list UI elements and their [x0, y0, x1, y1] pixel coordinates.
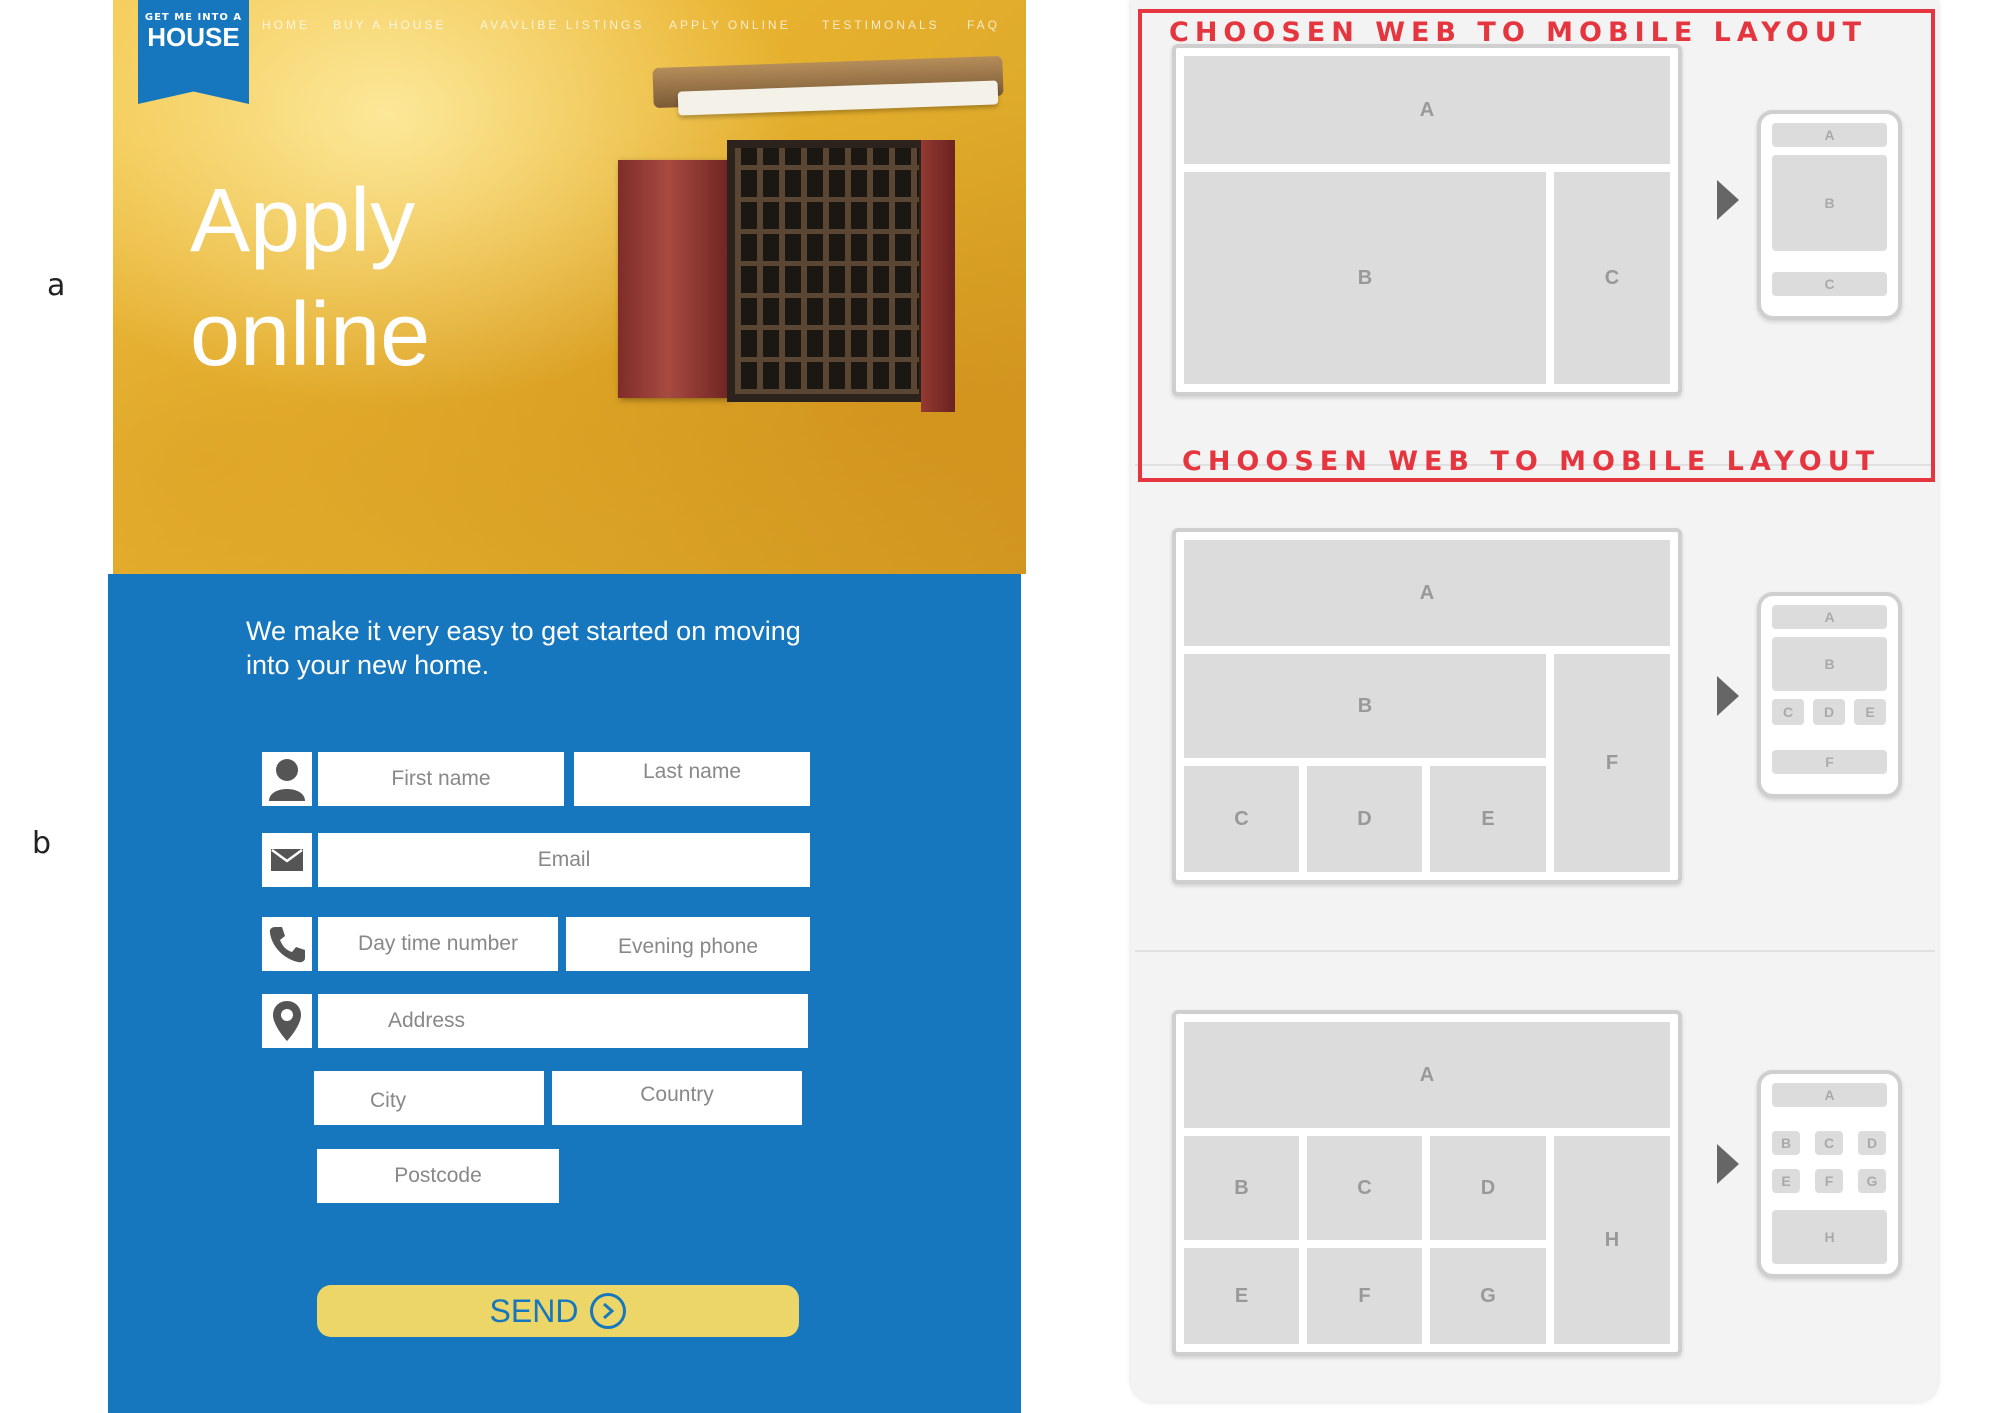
day-phone-field[interactable]: Day time number [318, 917, 558, 971]
layout-block: D [1430, 1136, 1546, 1240]
layout-block: D [1858, 1131, 1886, 1155]
layout-block: A [1772, 605, 1887, 629]
nav-testimonials[interactable]: TESTIMONALS [822, 18, 940, 32]
nav-buy-a-house[interactable]: BUY A HOUSE [333, 18, 446, 32]
layout-block: A [1772, 123, 1887, 147]
layout-block: B [1772, 155, 1887, 251]
layout-block: D [1813, 699, 1845, 725]
layout-block: C [1772, 699, 1804, 725]
layout-block: F [1554, 654, 1670, 872]
layout-block: A [1184, 56, 1670, 164]
person-icon [262, 752, 312, 806]
layout-block: F [1815, 1169, 1843, 1193]
layout-block: F [1772, 750, 1887, 774]
section-divider [1135, 950, 1935, 952]
mobile-layout-1[interactable]: A B C [1757, 110, 1902, 320]
layout-block: B [1184, 654, 1546, 758]
layout-block: C [1772, 272, 1887, 296]
form-intro-text: We make it very easy to get started on m… [246, 616, 801, 680]
layout-block: G [1430, 1248, 1546, 1344]
city-field[interactable]: City [314, 1071, 544, 1125]
layout-block: A [1184, 1022, 1670, 1128]
email-field[interactable]: Email [318, 833, 810, 887]
hero-title-line2: online [190, 285, 431, 385]
evening-phone-field[interactable]: Evening phone [566, 917, 810, 971]
layout-block: B [1184, 1136, 1299, 1240]
send-label: SEND [489, 1292, 579, 1329]
envelope-icon [262, 833, 312, 887]
layout-block: C [1815, 1131, 1843, 1155]
nav-apply-online[interactable]: APPLY ONLINE [669, 18, 791, 32]
mobile-layout-3[interactable]: A B C D E F G H [1757, 1070, 1902, 1278]
layout-block: H [1772, 1210, 1887, 1264]
site-logo[interactable]: GET ME INTO A HOUSE [138, 0, 249, 104]
play-arrow-icon [1717, 676, 1739, 716]
layout-block: F [1307, 1248, 1422, 1344]
layout-block: B [1772, 1131, 1800, 1155]
layout-block: A [1184, 540, 1670, 646]
layout-block: C [1184, 766, 1299, 872]
phone-icon [262, 917, 312, 971]
address-field[interactable]: Address [318, 994, 808, 1048]
nav-listings[interactable]: AVAVLIBE LISTINGS [480, 18, 644, 32]
mobile-layout-2[interactable]: A B C D E F [1757, 592, 1902, 798]
desktop-layout-2[interactable]: A B C D E F [1172, 528, 1682, 884]
nav-faq[interactable]: FAQ [967, 18, 1000, 32]
left-shutter [618, 160, 730, 398]
panel-label-b: b [32, 826, 52, 861]
postcode-field[interactable]: Postcode [317, 1149, 559, 1203]
play-arrow-icon [1717, 180, 1739, 220]
layout-block: H [1554, 1136, 1670, 1344]
send-button[interactable]: SEND [317, 1285, 799, 1337]
layout-block: G [1858, 1169, 1886, 1193]
layout-block: C [1307, 1136, 1422, 1240]
country-field[interactable]: Country [552, 1071, 802, 1125]
layout-block: E [1430, 766, 1546, 872]
layout-block: E [1184, 1248, 1299, 1344]
layout-block: D [1307, 766, 1422, 872]
layout-block: B [1184, 172, 1546, 384]
logo-wordmark: HOUSE [147, 22, 240, 52]
desktop-layout-3[interactable]: A B C D E F G H [1172, 1010, 1682, 1356]
layout-block: E [1772, 1169, 1800, 1193]
chevron-right-icon [590, 1293, 627, 1329]
last-name-field[interactable]: Last name [574, 752, 810, 806]
desktop-layout-1[interactable]: A B C [1172, 44, 1682, 396]
right-shutter [921, 140, 955, 412]
play-arrow-icon [1717, 1144, 1739, 1184]
nav-home[interactable]: HOME [262, 18, 310, 32]
hero-title-line1: Apply [190, 171, 416, 271]
layout-block: A [1772, 1083, 1887, 1107]
window-bars [727, 140, 927, 402]
first-name-field[interactable]: First name [318, 752, 564, 806]
layout-block: E [1854, 699, 1886, 725]
layout-block: C [1554, 172, 1670, 384]
location-pin-icon [262, 994, 312, 1048]
panel-label-a: a [47, 268, 66, 303]
layout-block: B [1772, 637, 1887, 691]
selected-layout-title-2: CHOOSEN WEB TO MOBILE LAYOUT [1182, 446, 1881, 477]
